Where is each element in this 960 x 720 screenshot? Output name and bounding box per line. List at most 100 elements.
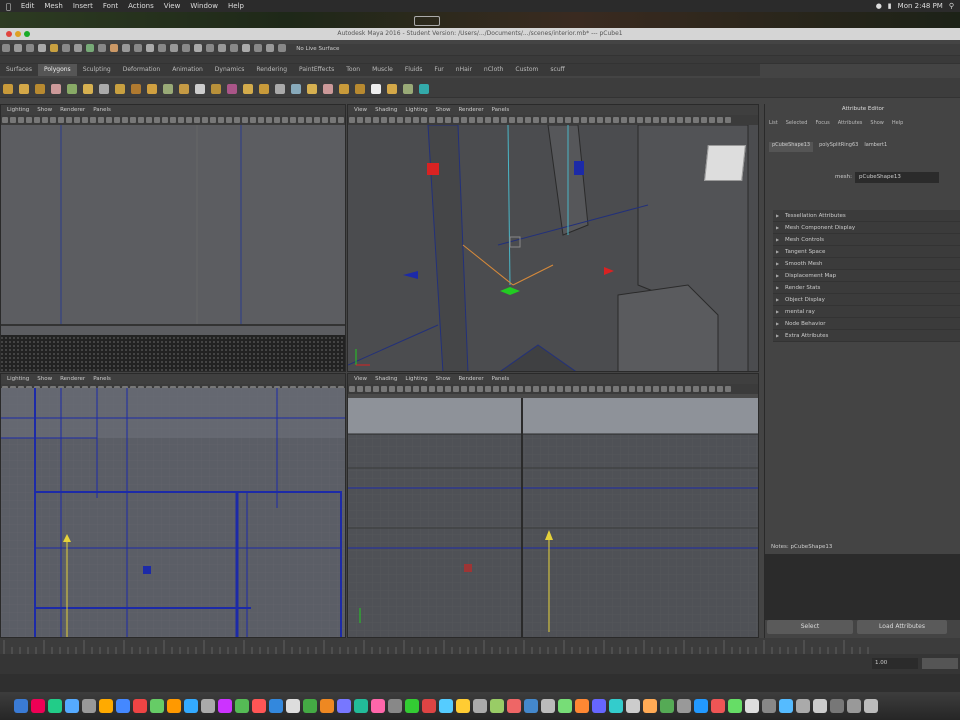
viewport-tool-icon[interactable] — [306, 117, 312, 123]
shelf-tool-icon[interactable] — [371, 84, 381, 94]
viewport-tool-icon[interactable] — [685, 117, 691, 123]
dock-app-icon[interactable] — [677, 699, 691, 713]
dock-app-icon[interactable] — [184, 699, 198, 713]
shelf-tool-icon[interactable] — [419, 84, 429, 94]
viewport-tool-icon[interactable] — [357, 117, 363, 123]
viewport-tool-icon[interactable] — [445, 117, 451, 123]
ae-section[interactable]: Displacement Map — [773, 270, 960, 282]
viewport-tool-icon[interactable] — [461, 117, 467, 123]
ae-section[interactable]: Render Stats — [773, 282, 960, 294]
viewport-tool-icon[interactable] — [589, 117, 595, 123]
shelf-tab-fur[interactable]: Fur — [428, 64, 449, 76]
viewport-tool-icon[interactable] — [565, 117, 571, 123]
viewport-tool-icon[interactable] — [34, 117, 40, 123]
viewport-tool-icon[interactable] — [250, 117, 256, 123]
viewport-tool-icon[interactable] — [282, 117, 288, 123]
shelf-tool-icon[interactable] — [51, 84, 61, 94]
dock-app-icon[interactable] — [830, 699, 844, 713]
viewport-tool-icon[interactable] — [469, 386, 475, 392]
viewport-tool-icon[interactable] — [557, 386, 563, 392]
dock-app-icon[interactable] — [388, 699, 402, 713]
shelf-tool-icon[interactable] — [355, 84, 365, 94]
minimize-icon[interactable] — [15, 31, 21, 37]
viewport-tool-icon[interactable] — [18, 117, 24, 123]
viewport-tool-icon[interactable] — [717, 117, 723, 123]
dock-app-icon[interactable] — [371, 699, 385, 713]
viewport-tool-icon[interactable] — [677, 117, 683, 123]
viewport-tool-icon[interactable] — [242, 117, 248, 123]
dock-app-icon[interactable] — [65, 699, 79, 713]
dock-app-icon[interactable] — [286, 699, 300, 713]
clock[interactable]: Mon 2:48 PM — [898, 2, 943, 10]
shelf-tool-icon[interactable] — [131, 84, 141, 94]
dock-app-icon[interactable] — [745, 699, 759, 713]
viewport-tool-icon[interactable] — [605, 117, 611, 123]
dock-app-icon[interactable] — [82, 699, 96, 713]
viewport-tool-icon[interactable] — [621, 117, 627, 123]
shelf-tab-nhair[interactable]: nHair — [450, 64, 478, 76]
viewport-tool-icon[interactable] — [274, 117, 280, 123]
viewport-tool-icon[interactable] — [429, 386, 435, 392]
viewport-tool-icon[interactable] — [549, 117, 555, 123]
shelf-tool-icon[interactable] — [83, 84, 93, 94]
shelf-tool-icon[interactable] — [339, 84, 349, 94]
playback-controls[interactable] — [922, 658, 958, 669]
viewport-tool-icon[interactable] — [405, 386, 411, 392]
shelf-tool-icon[interactable] — [323, 84, 333, 94]
viewport-tool-icon[interactable] — [202, 117, 208, 123]
viewport-persp[interactable]: View Shading Lighting Show Renderer Pane… — [347, 104, 759, 372]
ae-menu-attributes[interactable]: Attributes — [838, 120, 863, 130]
viewport-tool-icon[interactable] — [645, 386, 651, 392]
dock-app-icon[interactable] — [473, 699, 487, 713]
viewport-tool-icon[interactable] — [669, 117, 675, 123]
viewport-tool-icon[interactable] — [453, 117, 459, 123]
viewport-tool-icon[interactable] — [645, 117, 651, 123]
viewport-tool-icon[interactable] — [717, 386, 723, 392]
viewport-tool-icon[interactable] — [373, 386, 379, 392]
ae-menu-focus[interactable]: Focus — [815, 120, 829, 130]
ae-section[interactable]: Node Behavior — [773, 318, 960, 330]
viewport-tool-icon[interactable] — [725, 117, 731, 123]
dock-app-icon[interactable] — [864, 699, 878, 713]
viewport-tool-icon[interactable] — [170, 117, 176, 123]
viewport-tool-icon[interactable] — [413, 117, 419, 123]
dock-app-icon[interactable] — [235, 699, 249, 713]
shelf-tool-icon[interactable] — [179, 84, 189, 94]
dock-app-icon[interactable] — [728, 699, 742, 713]
viewport-tool-icon[interactable] — [597, 386, 603, 392]
vp-menu-renderer[interactable]: Renderer — [60, 374, 85, 384]
dock-app-icon[interactable] — [762, 699, 776, 713]
viewport-tool-icon[interactable] — [210, 117, 216, 123]
dock-app-icon[interactable] — [439, 699, 453, 713]
viewport-tool-icon[interactable] — [605, 386, 611, 392]
shelf-tool-icon[interactable] — [147, 84, 157, 94]
shelf-tab-dynamics[interactable]: Dynamics — [209, 64, 251, 76]
menu-window[interactable]: Window — [190, 2, 218, 10]
dock-app-icon[interactable] — [813, 699, 827, 713]
viewport-tool-icon[interactable] — [725, 386, 731, 392]
viewport-tool-icon[interactable] — [709, 117, 715, 123]
viewport-tool-icon[interactable] — [453, 386, 459, 392]
shelf-tool-icon[interactable] — [163, 84, 173, 94]
dock-app-icon[interactable] — [150, 699, 164, 713]
viewport-tool-icon[interactable] — [349, 386, 355, 392]
vp-menu-lighting[interactable]: Lighting — [405, 105, 427, 115]
viewport-tool-icon[interactable] — [501, 117, 507, 123]
viewport-tool-icon[interactable] — [90, 117, 96, 123]
select-button[interactable]: Select — [767, 620, 853, 634]
viewport-tool-icon[interactable] — [637, 117, 643, 123]
viewport-tool-icon[interactable] — [413, 386, 419, 392]
current-frame-field[interactable]: 1.00 — [872, 658, 918, 669]
viewport-tool-icon[interactable] — [685, 386, 691, 392]
shelf-tab-fluids[interactable]: Fluids — [399, 64, 429, 76]
manip-red-handle[interactable] — [427, 163, 439, 175]
viewport-tool-icon[interactable] — [565, 386, 571, 392]
viewport-tool-icon[interactable] — [477, 386, 483, 392]
viewport-tool-icon[interactable] — [629, 386, 635, 392]
vp-menu-show[interactable]: Show — [37, 374, 52, 384]
shelf-tab-sculpting[interactable]: Sculpting — [77, 64, 117, 76]
shelf-tab-animation[interactable]: Animation — [166, 64, 209, 76]
viewport-tool-icon[interactable] — [517, 386, 523, 392]
ae-section[interactable]: Tessellation Attributes — [773, 210, 960, 222]
dock-app-icon[interactable] — [31, 699, 45, 713]
